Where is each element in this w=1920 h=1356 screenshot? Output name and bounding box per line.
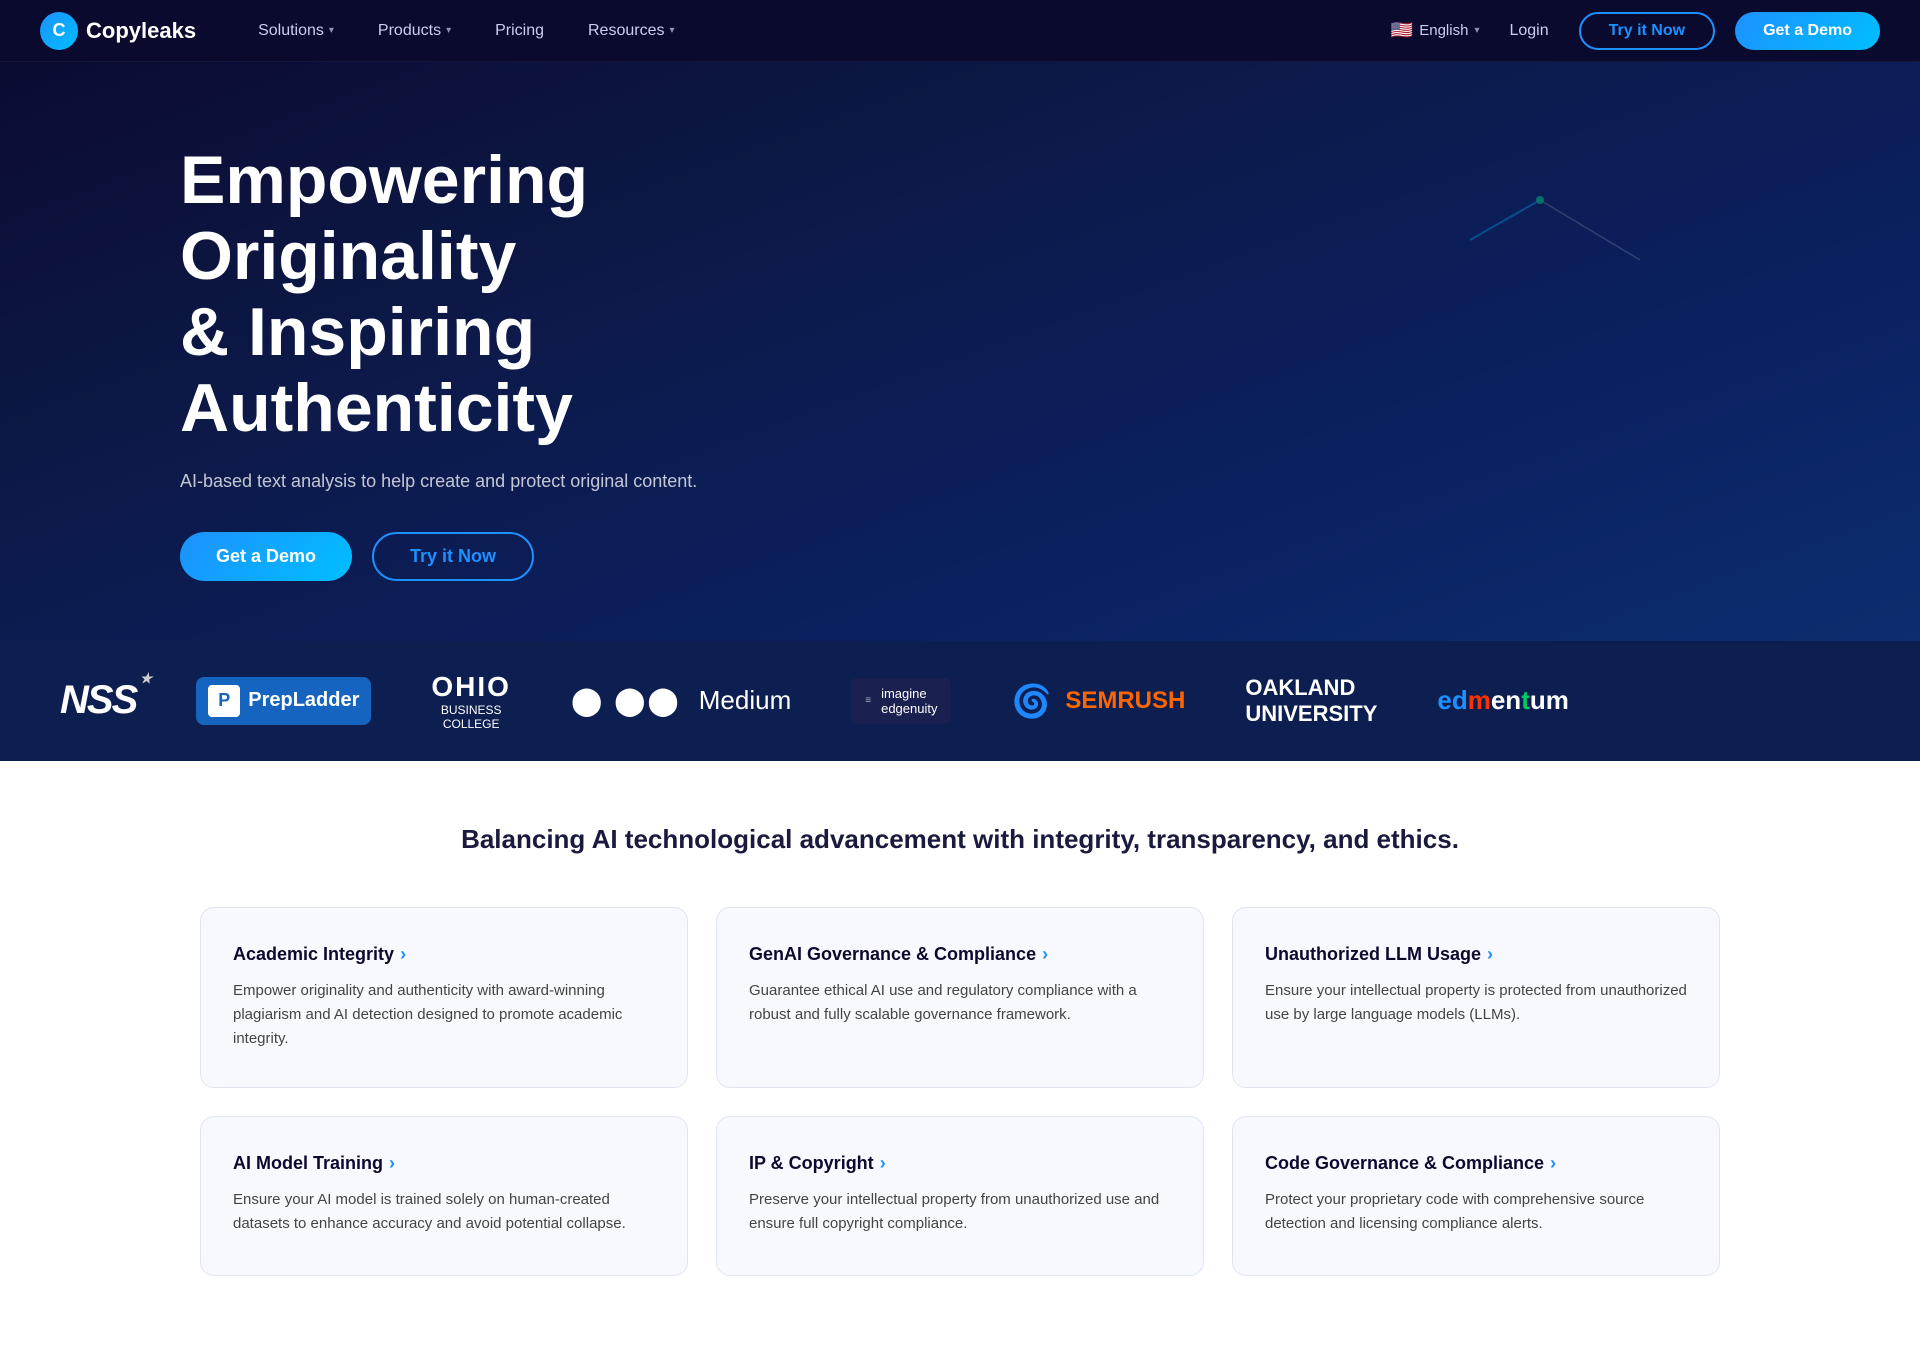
arrow-icon: › <box>400 944 406 965</box>
hero-decoration <box>1460 180 1660 305</box>
partner-logos-strip: NSS P PrepLadder OHIO BUSINESSCOLLEGE ⬤ … <box>0 641 1920 761</box>
logo-prepladder: P PrepLadder <box>196 677 371 725</box>
feature-desc-unauthorized-llm: Ensure your intellectual property is pro… <box>1265 979 1687 1027</box>
get-a-demo-nav-button[interactable]: Get a Demo <box>1735 12 1880 50</box>
logo-edmentum: edmentum <box>1437 685 1568 716</box>
login-button[interactable]: Login <box>1499 22 1558 40</box>
feature-card-genai-governance: GenAI Governance & Compliance › Guarante… <box>716 907 1204 1088</box>
chevron-down-icon: ▾ <box>446 25 451 36</box>
logo-medium: ⬤ ⬤⬤ Medium <box>571 684 791 717</box>
logo[interactable]: C Copyleaks <box>40 12 196 50</box>
navbar-right: 🇺🇸 English ▾ Login Try it Now Get a Demo <box>1391 12 1880 50</box>
hero-title: Empowering Originality & Inspiring Authe… <box>180 142 720 447</box>
try-it-now-button[interactable]: Try it Now <box>1579 12 1715 50</box>
features-section: Balancing AI technological advancement w… <box>0 761 1920 1356</box>
feature-title-ip-copyright: IP & Copyright › <box>749 1153 1171 1174</box>
hero-demo-button[interactable]: Get a Demo <box>180 532 352 581</box>
nav-pricing[interactable]: Pricing <box>473 0 566 62</box>
features-grid: Academic Integrity › Empower originality… <box>200 907 1720 1276</box>
hero-try-button[interactable]: Try it Now <box>372 532 534 581</box>
feature-title-ai-model-training: AI Model Training › <box>233 1153 655 1174</box>
feature-title-unauthorized-llm: Unauthorized LLM Usage › <box>1265 944 1687 965</box>
feature-title-genai-governance: GenAI Governance & Compliance › <box>749 944 1171 965</box>
feature-card-academic-integrity: Academic Integrity › Empower originality… <box>200 907 688 1088</box>
logo-icon: C <box>40 12 78 50</box>
feature-desc-genai-governance: Guarantee ethical AI use and regulatory … <box>749 979 1171 1027</box>
arrow-icon: › <box>389 1153 395 1174</box>
chevron-down-icon: ▾ <box>329 25 334 36</box>
feature-card-ip-copyright: IP & Copyright › Preserve your intellect… <box>716 1116 1204 1276</box>
hero-subtitle: AI-based text analysis to help create an… <box>180 471 720 492</box>
hero-section: Empowering Originality & Inspiring Authe… <box>0 0 1920 641</box>
chevron-down-icon: ▾ <box>669 25 674 36</box>
logo-imagine-edgenuity: ≡ imagine edgenuity <box>851 678 951 724</box>
logo-name: Copyleaks <box>86 18 196 44</box>
nav-solutions[interactable]: Solutions ▾ <box>236 0 356 62</box>
navbar: C Copyleaks Solutions ▾ Products ▾ Prici… <box>0 0 1920 62</box>
logo-oakland-university: OAKLANDUNIVERSITY <box>1245 675 1377 727</box>
language-selector[interactable]: 🇺🇸 English ▾ <box>1391 20 1480 41</box>
feature-desc-academic-integrity: Empower originality and authenticity wit… <box>233 979 655 1051</box>
feature-desc-code-governance: Protect your proprietary code with compr… <box>1265 1188 1687 1236</box>
hero-cta-buttons: Get a Demo Try it Now <box>180 532 720 581</box>
feature-title-code-governance: Code Governance & Compliance › <box>1265 1153 1687 1174</box>
feature-card-code-governance: Code Governance & Compliance › Protect y… <box>1232 1116 1720 1276</box>
feature-card-ai-model-training: AI Model Training › Ensure your AI model… <box>200 1116 688 1276</box>
chevron-down-icon: ▾ <box>1474 25 1479 36</box>
arrow-icon: › <box>1487 944 1493 965</box>
main-nav: Solutions ▾ Products ▾ Pricing Resources… <box>236 0 1391 62</box>
hero-content: Empowering Originality & Inspiring Authe… <box>0 62 900 641</box>
arrow-icon: › <box>880 1153 886 1174</box>
feature-desc-ai-model-training: Ensure your AI model is trained solely o… <box>233 1188 655 1236</box>
nav-products[interactable]: Products ▾ <box>356 0 473 62</box>
arrow-icon: › <box>1550 1153 1556 1174</box>
logo-nss: NSS <box>60 678 136 723</box>
logo-semrush: 🌀 SEMRUSH <box>1011 682 1185 720</box>
arrow-icon: › <box>1042 944 1048 965</box>
flag-icon: 🇺🇸 <box>1391 20 1413 41</box>
nav-resources[interactable]: Resources ▾ <box>566 0 697 62</box>
features-headline: Balancing AI technological advancement w… <box>200 821 1720 857</box>
logo-ohio: OHIO BUSINESSCOLLEGE <box>431 671 511 731</box>
feature-desc-ip-copyright: Preserve your intellectual property from… <box>749 1188 1171 1236</box>
feature-card-unauthorized-llm: Unauthorized LLM Usage › Ensure your int… <box>1232 907 1720 1088</box>
feature-title-academic-integrity: Academic Integrity › <box>233 944 655 965</box>
